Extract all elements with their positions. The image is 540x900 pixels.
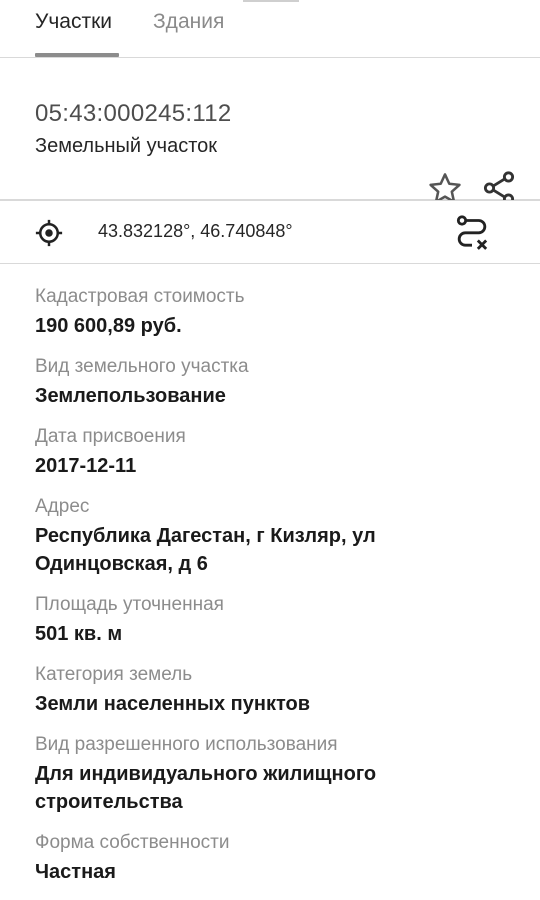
active-tab-indicator: [35, 53, 119, 57]
cadastral-number: 05:43:000245:112: [35, 100, 232, 127]
property-header: 05:43:000245:112 Земельный участок: [0, 58, 540, 205]
field-label: Кадастровая стоимость: [35, 286, 245, 307]
field-value: Землепользование: [35, 385, 226, 407]
tab-plots[interactable]: Участки: [35, 8, 112, 36]
field-value: Для индивидуального жилищного строительс…: [35, 763, 377, 813]
field-land-category: Категория земель Земли населенных пункто…: [35, 662, 505, 718]
field-address: Адрес Республика Дагестан, г Кизляр, ул …: [35, 494, 505, 578]
field-label: Форма собственности: [35, 832, 230, 853]
property-details: Кадастровая стоимость 190 600,89 руб. Ви…: [0, 264, 540, 886]
tab-bar: Участки Здания: [0, 0, 540, 58]
field-assignment-date: Дата присвоения 2017-12-11: [35, 424, 505, 480]
route-cancel-icon[interactable]: [452, 213, 492, 253]
sheet-drag-handle[interactable]: [243, 0, 299, 2]
field-ownership-form: Форма собственности Частная: [35, 830, 505, 886]
field-value: Земли населенных пунктов: [35, 693, 311, 715]
field-label: Категория земель: [35, 664, 193, 685]
field-land-type: Вид земельного участка Землепользование: [35, 354, 505, 410]
field-value: 190 600,89 руб.: [35, 315, 182, 337]
location-target-icon[interactable]: [34, 218, 64, 248]
field-label: Вид разрешенного использования: [35, 734, 338, 755]
coordinates-text: 43.832128°, 46.740848°: [98, 221, 293, 241]
field-value: Республика Дагестан, г Кизляр, ул Одинцо…: [35, 525, 376, 575]
field-cadastral-value: Кадастровая стоимость 190 600,89 руб.: [35, 284, 505, 340]
coordinates-row: 43.832128°, 46.740848°: [0, 200, 540, 264]
field-permitted-use: Вид разрешенного использования Для индив…: [35, 732, 505, 816]
field-value: Частная: [35, 861, 116, 883]
field-label: Вид земельного участка: [35, 356, 249, 377]
field-value: 501 кв. м: [35, 623, 123, 645]
field-value: 2017-12-11: [35, 455, 137, 477]
property-type: Земельный участок: [35, 135, 218, 157]
field-area: Площадь уточненная 501 кв. м: [35, 592, 505, 648]
field-label: Площадь уточненная: [35, 594, 224, 615]
field-label: Адрес: [35, 496, 90, 517]
field-label: Дата присвоения: [35, 426, 186, 447]
tab-buildings[interactable]: Здания: [153, 8, 224, 36]
